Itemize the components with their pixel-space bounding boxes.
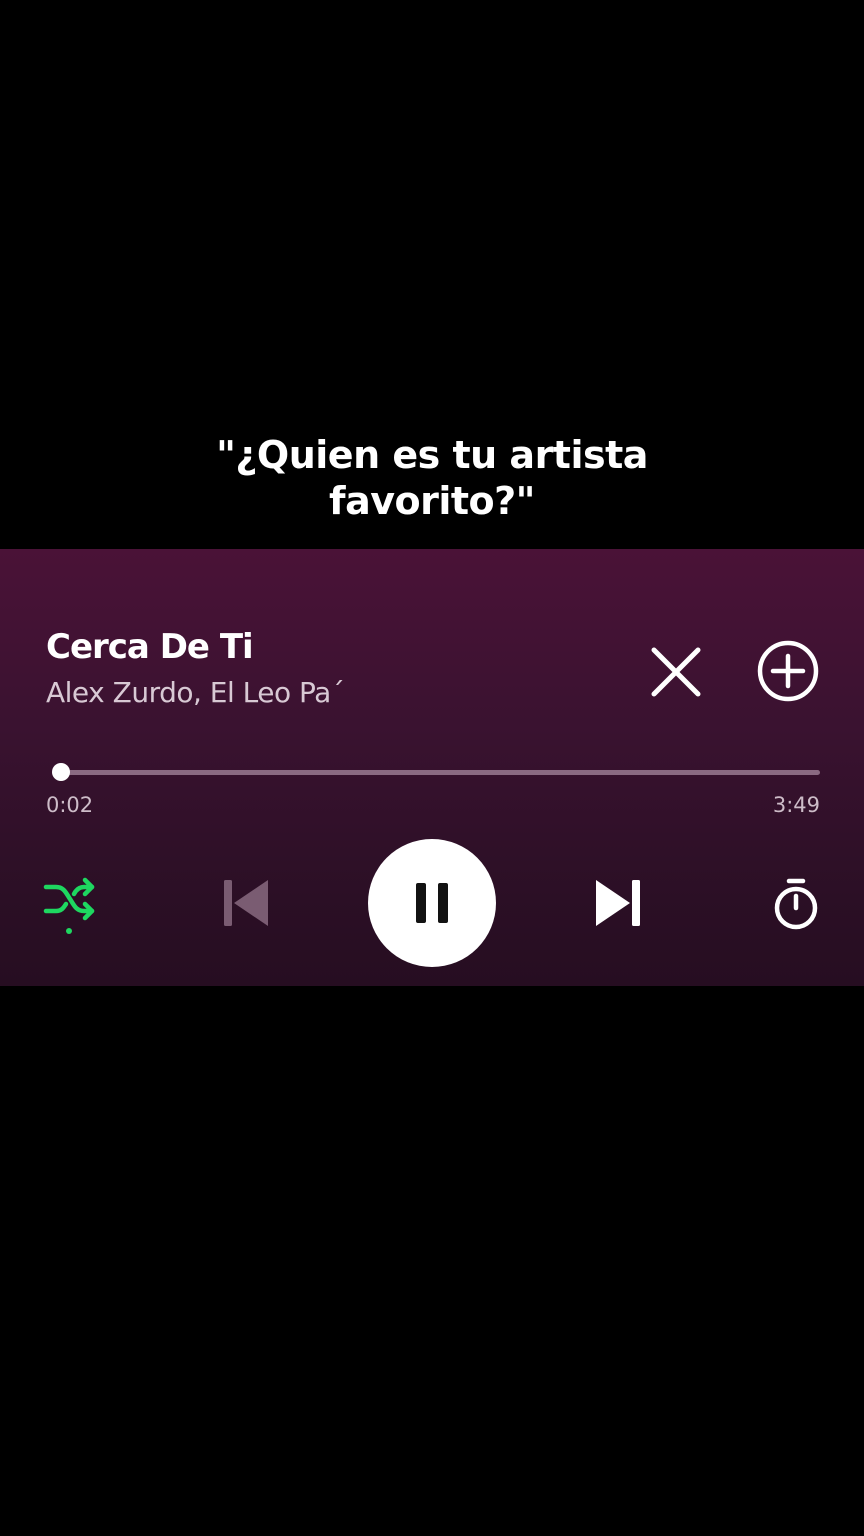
add-to-library-button[interactable] — [754, 637, 822, 705]
progress-knob[interactable] — [51, 763, 70, 781]
sleep-timer-icon — [774, 878, 818, 930]
caption-line-2: favorito?" — [329, 479, 535, 523]
total-duration: 3:49 — [772, 793, 820, 817]
skip-previous-icon — [224, 880, 268, 926]
previous-button[interactable] — [220, 877, 272, 929]
sleep-timer-button[interactable] — [770, 877, 822, 931]
close-icon — [651, 647, 701, 697]
track-title[interactable]: Cerca De Ti — [46, 627, 254, 667]
caption-line-1: "¿Quien es tu artista — [216, 433, 648, 477]
add-circle-icon — [757, 640, 819, 702]
next-button[interactable] — [592, 877, 644, 929]
close-button[interactable] — [646, 642, 706, 702]
video-caption: "¿Quien es tu artista favorito?" — [0, 432, 864, 524]
pause-icon — [416, 883, 448, 923]
pause-button[interactable] — [368, 839, 496, 967]
progress-bar[interactable] — [54, 770, 820, 775]
now-playing-panel: Cerca De Ti Alex Zurdo, El Leo Pa´ 0:02 … — [0, 549, 864, 986]
screen: "¿Quien es tu artista favorito?" Cerca D… — [0, 0, 864, 1536]
elapsed-time: 0:02 — [46, 793, 94, 817]
track-artist[interactable]: Alex Zurdo, El Leo Pa´ — [46, 676, 345, 709]
shuffle-button[interactable] — [42, 875, 98, 937]
skip-next-icon — [596, 880, 640, 926]
shuffle-icon — [43, 877, 95, 934]
